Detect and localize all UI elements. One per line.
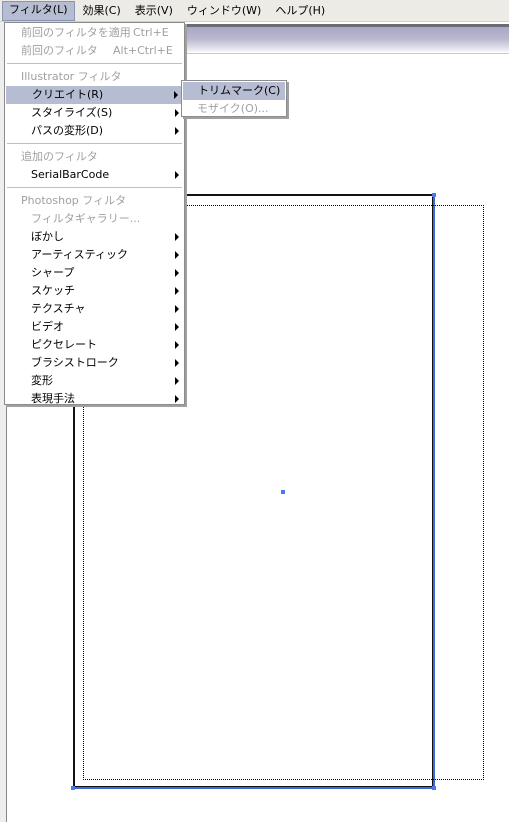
filter-menu: 前回のフィルタを適用 Ctrl+E 前回のフィルタ Alt+Ctrl+E Ill… <box>4 22 185 405</box>
submenu-arrow-icon <box>175 359 179 367</box>
menu-item-label: クリエイト(R) <box>32 88 104 101</box>
submenu-arrow-icon <box>175 251 179 259</box>
menu-item-blur[interactable]: ぼかし <box>5 228 184 246</box>
menu-separator <box>7 187 182 188</box>
menu-bar: フィルタ(L) 効果(C) 表示(V) ウィンドウ(W) ヘルプ(H) <box>0 0 509 22</box>
menu-separator <box>7 63 182 64</box>
section-header-label: 追加のフィルタ <box>21 150 98 163</box>
menu-item-label: アーティスティック <box>31 248 129 261</box>
menu-item-label: 前回のフィルタ <box>21 44 98 57</box>
submenu-arrow-icon <box>174 91 178 99</box>
menu-separator <box>7 143 182 144</box>
submenu-arrow-icon <box>175 233 179 241</box>
menu-item-stylize-ps[interactable]: 表現手法 <box>5 390 184 408</box>
submenu-arrow-icon <box>175 305 179 313</box>
menu-item-label: スタイライズ(S) <box>31 106 113 119</box>
menu-item-sketch[interactable]: スケッチ <box>5 282 184 300</box>
menu-item-label: パスの変形(D) <box>31 124 104 137</box>
menu-item-label: スケッチ <box>31 284 75 297</box>
menu-item-label: テクスチャ <box>31 302 86 315</box>
section-header-photoshop: Photoshop フィルタ <box>5 192 184 210</box>
menu-item-label: ぼかし <box>31 230 64 243</box>
section-header-additional: 追加のフィルタ <box>5 148 184 166</box>
menu-item-sharpen[interactable]: シャープ <box>5 264 184 282</box>
menu-item-pixelate[interactable]: ピクセレート <box>5 336 184 354</box>
shortcut-label: Ctrl+E <box>133 26 169 39</box>
menu-window[interactable]: ウィンドウ(W) <box>181 2 267 20</box>
submenu-arrow-icon <box>175 127 179 135</box>
menu-item-label: モザイク(O)... <box>197 102 269 115</box>
menu-item-create[interactable]: クリエイト(R) <box>6 86 183 104</box>
menu-item-label: 前回のフィルタを適用 <box>21 26 131 39</box>
menu-item-label: ビデオ <box>31 320 64 333</box>
menu-effect[interactable]: 効果(C) <box>77 2 127 20</box>
menu-item-label: 変形 <box>31 374 53 387</box>
submenu-arrow-icon <box>175 269 179 277</box>
menu-item-apply-last-filter: 前回のフィルタを適用 Ctrl+E <box>5 24 184 42</box>
menu-item-label: SerialBarCode <box>31 168 110 181</box>
section-header-label: Illustrator フィルタ <box>21 70 122 83</box>
submenu-arrow-icon <box>175 341 179 349</box>
submenu-arrow-icon <box>175 109 179 117</box>
menu-item-texture[interactable]: テクスチャ <box>5 300 184 318</box>
submenu-arrow-icon <box>175 323 179 331</box>
menu-item-filter-gallery: フィルタギャラリー... <box>5 210 184 228</box>
menu-item-stylize[interactable]: スタイライズ(S) <box>5 104 184 122</box>
selection-center-point[interactable] <box>281 490 285 494</box>
menu-item-label: ピクセレート <box>31 338 97 351</box>
menu-item-label: フィルタギャラリー... <box>31 212 141 225</box>
menu-item-label: ブラシストローク <box>31 356 119 369</box>
menu-item-serialbarcode[interactable]: SerialBarCode <box>5 166 184 184</box>
menu-item-brush-strokes[interactable]: ブラシストローク <box>5 354 184 372</box>
selection-handle-top-right[interactable] <box>432 193 436 197</box>
menu-item-last-filter: 前回のフィルタ Alt+Ctrl+E <box>5 42 184 60</box>
menu-filter[interactable]: フィルタ(L) <box>2 0 75 21</box>
menu-item-label: トリムマーク(C) <box>198 84 281 97</box>
menu-item-distort-transform[interactable]: パスの変形(D) <box>5 122 184 140</box>
menu-item-label: シャープ <box>31 266 75 279</box>
section-header-illustrator: Illustrator フィルタ <box>5 68 184 86</box>
menu-item-video[interactable]: ビデオ <box>5 318 184 336</box>
selection-handle-bottom-left[interactable] <box>71 786 75 790</box>
menu-view[interactable]: 表示(V) <box>129 2 179 20</box>
submenu-arrow-icon <box>175 287 179 295</box>
menu-item-distort[interactable]: 変形 <box>5 372 184 390</box>
menu-help[interactable]: ヘルプ(H) <box>269 2 331 20</box>
menu-item-label: 表現手法 <box>31 392 75 405</box>
submenu-arrow-icon <box>175 395 179 403</box>
submenu-arrow-icon <box>175 171 179 179</box>
selection-edge-bottom <box>73 787 435 789</box>
section-header-label: Photoshop フィルタ <box>21 194 127 207</box>
shortcut-label: Alt+Ctrl+E <box>113 44 173 57</box>
submenu-arrow-icon <box>175 377 179 385</box>
menu-item-artistic[interactable]: アーティスティック <box>5 246 184 264</box>
selection-handle-bottom-right[interactable] <box>432 786 436 790</box>
create-submenu: トリムマーク(C) モザイク(O)... <box>181 80 287 117</box>
menu-item-trim-marks[interactable]: トリムマーク(C) <box>183 82 285 100</box>
menu-item-mosaic: モザイク(O)... <box>182 100 286 118</box>
